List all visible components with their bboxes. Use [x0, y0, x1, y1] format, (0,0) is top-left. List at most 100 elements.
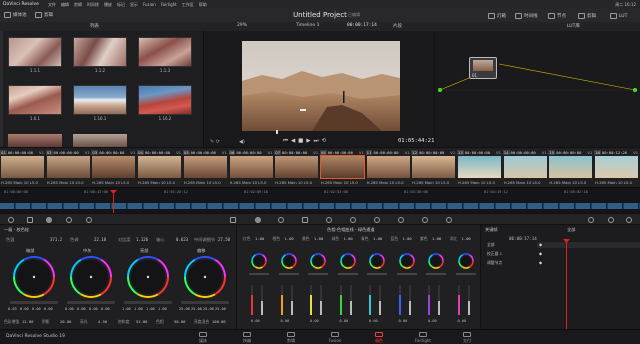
- timeline-clip[interactable]: [400, 203, 415, 209]
- motion-effects-icon[interactable]: [86, 217, 92, 223]
- nodes-button[interactable]: 节点: [548, 13, 566, 19]
- media-thumb[interactable]: [73, 85, 127, 115]
- keyframes-mode[interactable]: 全部: [567, 227, 575, 233]
- wheel-channel-value[interactable]: 1.00: [158, 307, 167, 311]
- timeline-clip[interactable]: [544, 203, 559, 209]
- adjust-value[interactable]: 50.00: [174, 319, 185, 324]
- hsl-mini-wheel[interactable]: [251, 253, 267, 269]
- hsl-channel-value[interactable]: 1.00: [314, 236, 323, 241]
- timeline-clip[interactable]: [48, 203, 63, 209]
- hsl-bottom-value[interactable]: 0.00: [369, 319, 378, 323]
- wheel-channel-value[interactable]: 25.00: [191, 307, 202, 311]
- timeline-clip[interactable]: [624, 203, 639, 209]
- wheel-channel-value[interactable]: 0.00: [77, 307, 86, 311]
- viewer-options-icon[interactable]: ✎ ⟳: [210, 139, 220, 145]
- page-tab[interactable]: 交付: [450, 331, 484, 344]
- transport-controls[interactable]: ⏮◀■▶⏭⟲: [283, 138, 329, 145]
- rgb-mixer-icon[interactable]: [66, 217, 72, 223]
- clip-thumbnail[interactable]: 05 00:00:00:00 V1 H.265 Main 10 L5.0: [182, 148, 228, 188]
- wheel-channel-value[interactable]: 0.00: [65, 307, 74, 311]
- timeline-clip[interactable]: [560, 203, 575, 209]
- timeline-clip[interactable]: [368, 203, 383, 209]
- zoom-dropdown[interactable]: 29%: [237, 23, 247, 28]
- wheel-channel-value[interactable]: 0.00: [101, 307, 110, 311]
- window-icon[interactable]: [302, 217, 308, 223]
- color-wheels-icon[interactable]: [46, 217, 52, 223]
- gallery-button[interactable]: 时间线: [515, 13, 538, 19]
- viewer-frame[interactable]: [242, 41, 400, 131]
- hsl-bottom-value[interactable]: 0.00: [340, 319, 349, 323]
- menu-playback[interactable]: 播放: [104, 2, 112, 8]
- clip-thumbnail[interactable]: 04 00:00:00:00 V1 H.265 Main 10 L5.0: [137, 148, 182, 188]
- menu-fairlight[interactable]: Fairlight: [161, 2, 177, 7]
- hsl-channel-value[interactable]: 1.00: [373, 236, 382, 241]
- hsl-channel-value[interactable]: 1.00: [285, 236, 294, 241]
- media-thumb[interactable]: [8, 85, 62, 115]
- blur-icon[interactable]: [374, 217, 380, 223]
- menu-file[interactable]: 文件: [48, 2, 56, 8]
- timeline-clip[interactable]: [176, 203, 191, 209]
- key-icon[interactable]: [398, 217, 404, 223]
- clips-button[interactable]: 剪辑: [35, 12, 53, 18]
- media-thumb[interactable]: [8, 37, 62, 67]
- hsl-mini-wheel[interactable]: [457, 253, 474, 269]
- timeline-clip[interactable]: [192, 203, 207, 209]
- info-icon[interactable]: [626, 217, 632, 223]
- hsl-bottom-value[interactable]: 0.00: [458, 319, 467, 323]
- contrast-value[interactable]: 1.126: [136, 237, 148, 242]
- pivot-value[interactable]: 0.623: [176, 237, 188, 242]
- temp-value[interactable]: 371.2: [50, 237, 62, 242]
- clip-thumbnail[interactable]: 01 00:00:00:00 V1 H.265 Main 10 L5.0: [0, 148, 45, 188]
- mode-dropdown[interactable]: 片段: [393, 23, 402, 29]
- wheel-channel-value[interactable]: 0.03: [8, 307, 17, 311]
- timeline-name-dropdown[interactable]: Timeline 1: [296, 23, 319, 28]
- menu-mark[interactable]: 标记: [117, 2, 125, 8]
- 3d-icon[interactable]: [446, 217, 452, 223]
- wheel-channel-value[interactable]: 0.00: [89, 307, 98, 311]
- timeline-clip[interactable]: [448, 203, 463, 209]
- timeline-clip[interactable]: [320, 203, 335, 209]
- timeline-clip[interactable]: [464, 203, 479, 209]
- page-tab[interactable]: 媒体: [186, 331, 220, 344]
- wheel-channel-value[interactable]: 25.00: [203, 307, 214, 311]
- menu-edit[interactable]: 编辑: [61, 2, 69, 8]
- hsl-bottom-value[interactable]: 0.00: [251, 319, 260, 323]
- keyframes-ruler[interactable]: [537, 242, 640, 248]
- timeline-clip[interactable]: [160, 203, 175, 209]
- adjust-value[interactable]: 20.00: [60, 319, 71, 324]
- wheel-channel-value[interactable]: 25.00: [215, 307, 226, 311]
- hsl-mini-wheel[interactable]: [339, 253, 356, 269]
- master-wheel-slider[interactable]: [10, 301, 58, 304]
- node-01[interactable]: 01: [469, 57, 497, 79]
- tracker-icon[interactable]: [326, 217, 332, 223]
- menu-view[interactable]: 显示: [130, 2, 138, 8]
- hsl-mini-wheel[interactable]: [280, 253, 297, 269]
- color-match-icon[interactable]: [27, 217, 33, 223]
- timeline-clip[interactable]: [496, 203, 511, 209]
- keyframe-diamond-icon[interactable]: ◆: [539, 251, 542, 256]
- clip-thumbnail[interactable]: 03 00:00:00:00 V1 H.265 Main 10 L5.0: [91, 148, 136, 188]
- hsl-mini-wheel[interactable]: [428, 253, 444, 269]
- keyframes-toggle-icon[interactable]: [588, 217, 594, 223]
- hsl-channel-value[interactable]: 1.00: [432, 236, 441, 241]
- menu-fusion[interactable]: Fusion: [143, 2, 156, 7]
- clip-thumbnail[interactable]: 15 00:00:00:00 V1 H.265 Main 10 L5.0: [548, 148, 593, 188]
- clip-thumbnail[interactable]: 14 00:00:00:00 V1 H.265 Main 10 L5.0: [502, 148, 548, 188]
- lightbox-button[interactable]: 灯箱: [488, 13, 506, 19]
- wheel-channel-value[interactable]: 0.00: [32, 307, 41, 311]
- timeline-clip[interactable]: [592, 203, 607, 209]
- hsl-bottom-value[interactable]: 0.00: [281, 319, 290, 323]
- color-warper-icon[interactable]: [255, 217, 261, 223]
- wheel-channel-value[interactable]: 25.00: [179, 307, 190, 311]
- clip-thumbnail[interactable]: 12 00:00:00:00 V1 H.265 Main 10 L5.0: [411, 148, 456, 188]
- clips-right-button[interactable]: 剪辑: [578, 13, 596, 19]
- hsl-mini-wheel[interactable]: [310, 253, 326, 269]
- master-wheel-slider[interactable]: [181, 301, 229, 304]
- hsl-channel-value[interactable]: 1.00: [344, 236, 353, 241]
- clip-thumbnail[interactable]: 07 00:00:00:00 V1 H.265 Main 10 L5.0: [274, 148, 319, 188]
- adjust-value[interactable]: 100.00: [212, 319, 226, 324]
- timeline-clip[interactable]: [112, 203, 127, 209]
- hsl-bottom-value[interactable]: 0.00: [428, 319, 437, 323]
- wheel-channel-value[interactable]: 1.00: [122, 307, 131, 311]
- timeline-clip[interactable]: [480, 203, 495, 209]
